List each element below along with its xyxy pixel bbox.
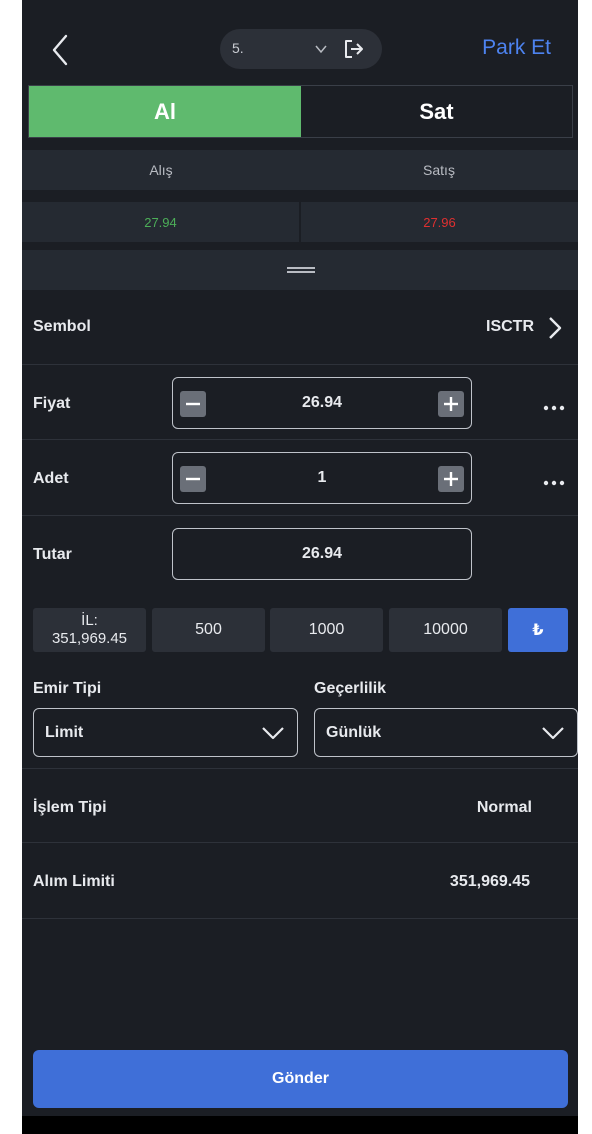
order-type-select[interactable]: Limit [33, 708, 298, 757]
submit-button[interactable]: Gönder [33, 1050, 568, 1108]
order-type-label: Emir Tipi [33, 680, 102, 697]
chevron-down-icon [541, 724, 565, 742]
bid-price[interactable]: 27.94 [22, 202, 299, 242]
order-screen: 5. Park Et Al Sat Alış Satış 27.94 27.96… [22, 0, 578, 1134]
buy-limit-value: 351,969.45 [449, 873, 530, 890]
account-value: 5. [232, 40, 244, 56]
amount-row: Tutar 26.94 [22, 516, 578, 596]
symbol-label: Sembol [33, 318, 91, 335]
amount-field[interactable]: 26.94 [172, 528, 472, 580]
order-type-value: Limit [45, 724, 84, 741]
bottom-bar [22, 1116, 578, 1134]
bid-label: Alış [149, 162, 173, 178]
symbol-value: ISCTR [486, 318, 534, 335]
back-icon[interactable] [46, 32, 76, 68]
chevron-right-icon [546, 315, 564, 341]
ask-price[interactable]: 27.96 [301, 202, 578, 242]
more-icon[interactable] [542, 474, 566, 486]
validity-select[interactable]: Günlük [314, 708, 578, 757]
price-label: Fiyat [33, 395, 71, 412]
validity-value: Günlük [326, 724, 382, 741]
buy-sell-toggle: Al Sat [28, 85, 573, 138]
quick-limit-button[interactable]: İL: 351,969.45 [33, 608, 146, 652]
limit-label: İL: [81, 612, 98, 629]
currency-toggle-button[interactable]: ₺ [508, 608, 568, 652]
price-row: 27.94 27.96 [22, 202, 578, 242]
price-value[interactable]: 26.94 [173, 394, 471, 412]
limit-value: 351,969.45 [51, 630, 128, 647]
ask-label: Satış [423, 162, 455, 178]
chevron-down-icon [261, 724, 285, 742]
park-button[interactable]: Park Et [482, 36, 551, 60]
amount-value: 26.94 [301, 545, 343, 562]
quantity-input-row: Adet 1 [22, 440, 578, 516]
tab-buy[interactable]: Al [29, 86, 301, 137]
price-input-row: Fiyat 26.94 [22, 365, 578, 440]
depth-drag-bar[interactable] [22, 250, 578, 290]
amount-label: Tutar [33, 546, 72, 563]
chevron-down-icon [314, 42, 328, 56]
price-plus-button[interactable] [438, 391, 464, 417]
quantity-label: Adet [33, 470, 69, 487]
exit-icon[interactable] [342, 37, 366, 61]
header: 5. Park Et [22, 0, 578, 84]
account-selector[interactable]: 5. [220, 29, 382, 69]
more-icon[interactable] [542, 399, 566, 411]
buy-limit-label: Alım Limiti [33, 873, 115, 890]
quantity-stepper: 1 [172, 452, 472, 504]
quick-amount-500[interactable]: 500 [152, 608, 265, 652]
transaction-type-row[interactable]: İşlem Tipi Normal [22, 768, 578, 843]
symbol-row[interactable]: Sembol ISCTR [22, 290, 578, 365]
tab-sell[interactable]: Sat [301, 86, 572, 137]
buy-limit-row: Alım Limiti 351,969.45 [22, 843, 578, 919]
drag-handle-icon [287, 267, 315, 273]
quantity-plus-button[interactable] [438, 466, 464, 492]
price-header: Alış Satış [22, 150, 578, 190]
quick-amount-1000[interactable]: 1000 [270, 608, 383, 652]
price-stepper: 26.94 [172, 377, 472, 429]
transaction-type-value: Normal [476, 799, 532, 816]
quantity-value[interactable]: 1 [173, 469, 471, 487]
validity-label: Geçerlilik [314, 680, 387, 697]
transaction-type-label: İşlem Tipi [33, 799, 107, 816]
quick-amount-10000[interactable]: 10000 [389, 608, 502, 652]
